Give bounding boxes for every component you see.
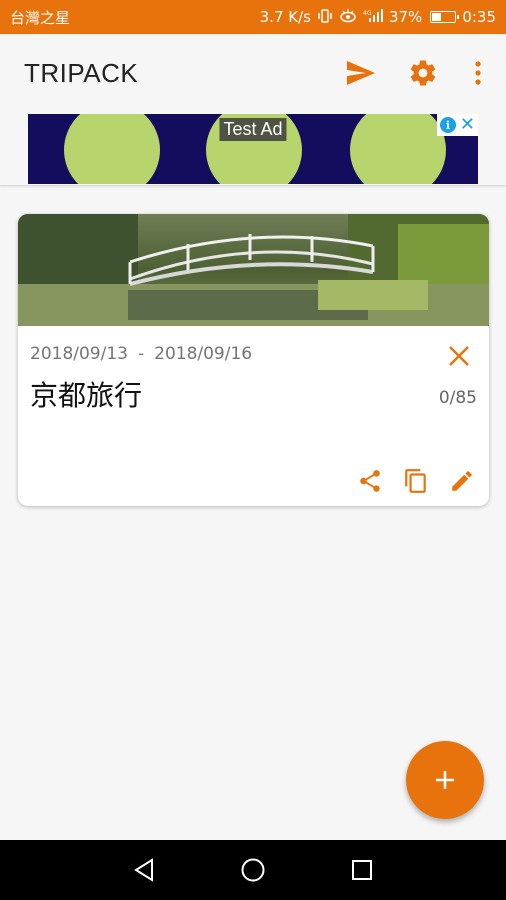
trip-card-actions (355, 466, 477, 496)
copy-icon[interactable] (401, 466, 431, 496)
clock: 0:35 (462, 8, 496, 26)
trip-cover-image (18, 214, 489, 326)
app-bar: TRIPACK Test Ad i ✕ (0, 34, 506, 186)
date-separator: - (137, 344, 145, 364)
svg-text:4G: 4G (363, 10, 372, 17)
add-icon (436, 771, 454, 789)
edit-icon[interactable] (447, 466, 477, 496)
trip-card[interactable]: 2018/09/13 - 2018/09/16 京都旅行 0/85 (18, 214, 489, 506)
vibrate-icon (317, 8, 333, 26)
ad-banner[interactable]: Test Ad i ✕ (28, 114, 478, 184)
send-icon[interactable] (344, 56, 378, 90)
trip-date-range: 2018/09/13 - 2018/09/16 (30, 344, 252, 364)
ad-close-icon[interactable]: ✕ (460, 116, 475, 134)
app-title: TRIPACK (24, 58, 139, 88)
recents-icon[interactable] (342, 850, 382, 890)
battery-percent: 37% (388, 8, 423, 26)
share-icon[interactable] (355, 466, 385, 496)
status-bar: 台灣之星 3.7 K/s 4G 37% 0:35 (0, 0, 506, 34)
add-trip-button[interactable] (406, 741, 484, 819)
app-actions (344, 56, 488, 90)
carrier-label: 台灣之星 (10, 8, 71, 27)
delete-trip-icon[interactable] (443, 340, 475, 372)
ad-info-icon[interactable]: i (439, 117, 456, 133)
eye-icon (339, 8, 357, 26)
system-nav-bar (0, 840, 506, 900)
trip-title: 京都旅行 (30, 379, 143, 412)
trip-item-count: 0/85 (438, 388, 477, 408)
ad-badges: i ✕ (436, 114, 478, 136)
trip-end-date: 2018/09/16 (154, 344, 253, 364)
ad-graphic-circle (350, 114, 446, 184)
status-icons: 3.7 K/s 4G 37% 0:35 (260, 8, 496, 26)
signal-icon: 4G (363, 8, 383, 26)
ad-label: Test Ad (219, 118, 287, 141)
ad-graphic-circle (64, 114, 160, 184)
back-icon[interactable] (124, 850, 164, 890)
settings-icon[interactable] (406, 56, 440, 90)
battery-icon (430, 11, 460, 23)
home-icon[interactable] (233, 850, 273, 890)
network-speed: 3.7 K/s (259, 8, 311, 26)
more-vert-icon[interactable] (468, 56, 488, 90)
trip-start-date: 2018/09/13 (30, 344, 128, 364)
